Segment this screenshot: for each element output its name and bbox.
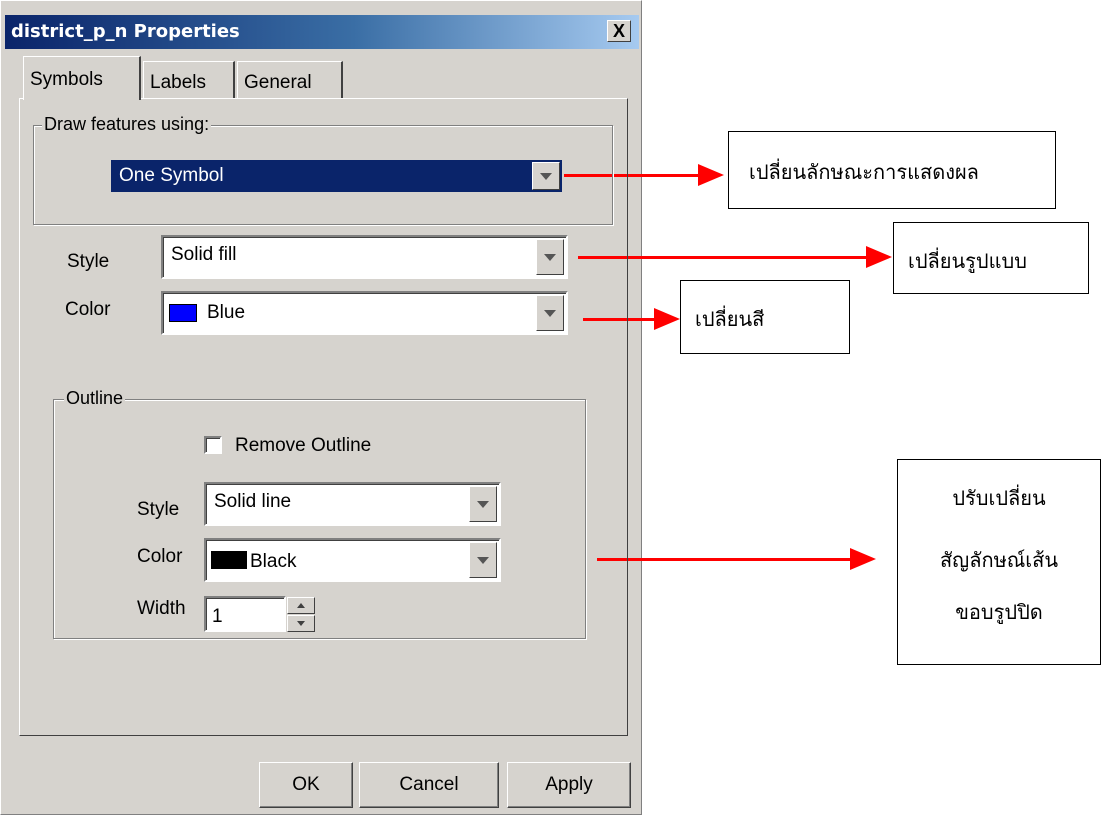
color-swatch xyxy=(211,551,247,569)
window-title: district_p_n Properties xyxy=(11,21,240,42)
color-swatch xyxy=(169,304,197,322)
annotation-color: เปลี่ยนสี xyxy=(680,280,850,354)
outline-width-input[interactable]: 1 xyxy=(204,596,286,632)
draw-features-group: Draw features using: One Symbol xyxy=(33,114,613,225)
arrow-head-icon xyxy=(866,246,892,268)
draw-mode-value: One Symbol xyxy=(119,165,224,186)
fill-style-select[interactable]: Solid fill xyxy=(161,235,568,279)
outline-style-label: Style xyxy=(137,499,180,520)
outline-legend: Outline xyxy=(64,388,126,409)
annotation-outline-line-1: ปรับเปลี่ยน xyxy=(952,486,1046,510)
chevron-down-icon[interactable] xyxy=(536,295,564,331)
ok-button[interactable]: OK xyxy=(259,762,353,808)
properties-dialog: district_p_n Properties X Symbols Labels… xyxy=(0,0,642,815)
annotation-draw-mode: เปลี่ยนลักษณะการแสดงผล xyxy=(728,131,1056,209)
annotation-style: เปลี่ยนรูปแบบ xyxy=(893,222,1089,294)
remove-outline-checkbox[interactable] xyxy=(204,436,222,454)
close-button[interactable]: X xyxy=(607,20,631,42)
outline-style-select[interactable]: Solid line xyxy=(204,482,501,526)
draw-features-legend: Draw features using: xyxy=(42,114,212,135)
arrow-outline xyxy=(597,558,855,561)
apply-button[interactable]: Apply xyxy=(507,762,631,808)
chevron-down-icon[interactable] xyxy=(532,162,560,190)
fill-color-label: Color xyxy=(65,299,111,320)
tab-labels-label: Labels xyxy=(150,72,206,93)
tab-general-label: General xyxy=(244,72,312,93)
remove-outline-label: Remove Outline xyxy=(235,435,372,456)
annotation-style-text: เปลี่ยนรูปแบบ xyxy=(908,249,1027,273)
chevron-down-icon[interactable] xyxy=(469,542,497,578)
fill-color-select[interactable]: Blue xyxy=(161,291,568,335)
fill-color-value: Blue xyxy=(207,302,246,323)
annotation-color-text: เปลี่ยนสี xyxy=(695,307,765,331)
tab-labels[interactable]: Labels xyxy=(143,61,235,99)
arrow-head-icon xyxy=(850,548,876,570)
annotation-outline-line-2: สัญลักษณ์เส้น xyxy=(939,548,1059,572)
close-icon: X xyxy=(612,21,625,41)
annotation-outline-line-3: ขอบรูปปิด xyxy=(955,600,1043,624)
arrow-head-icon xyxy=(654,308,680,330)
annotation-draw-mode-text: เปลี่ยนลักษณะการแสดงผล xyxy=(749,160,979,184)
spin-up-icon[interactable] xyxy=(287,597,315,614)
spin-down-icon[interactable] xyxy=(287,615,315,632)
outline-width-label: Width xyxy=(137,598,186,619)
chevron-down-icon[interactable] xyxy=(536,239,564,275)
outline-width-value: 1 xyxy=(212,606,223,627)
cancel-button[interactable]: Cancel xyxy=(359,762,499,808)
tab-general[interactable]: General xyxy=(237,61,343,99)
outline-color-select[interactable]: Black xyxy=(204,538,501,582)
fill-style-label: Style xyxy=(67,251,110,272)
draw-mode-select[interactable]: One Symbol xyxy=(109,158,564,194)
chevron-down-icon[interactable] xyxy=(469,486,497,522)
tab-symbols-label: Symbols xyxy=(30,69,103,90)
outline-color-value: Black xyxy=(250,551,297,572)
annotation-outline: ปรับเปลี่ยน สัญลักษณ์เส้น ขอบรูปปิด xyxy=(897,459,1101,665)
outline-color-label: Color xyxy=(137,546,183,567)
title-bar[interactable]: district_p_n Properties X xyxy=(5,15,639,49)
arrow-head-icon xyxy=(698,164,724,186)
tab-symbols[interactable]: Symbols xyxy=(23,56,141,100)
outline-style-value: Solid line xyxy=(214,491,292,512)
fill-style-value: Solid fill xyxy=(171,244,237,265)
